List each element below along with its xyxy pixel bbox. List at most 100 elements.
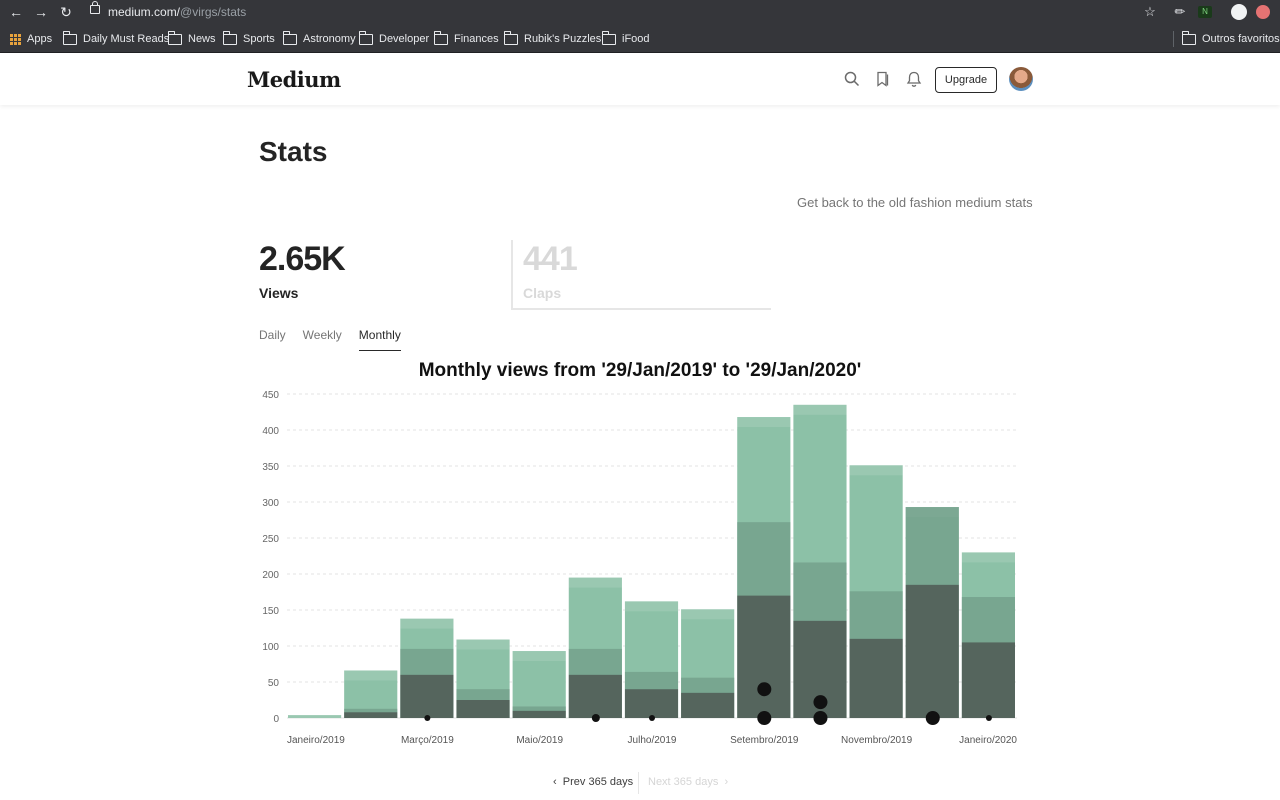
bar-highlight (344, 670, 398, 681)
claps-label: Claps (523, 285, 562, 301)
folder-icon (504, 30, 518, 45)
bookmark-star-icon[interactable]: ☆ (1142, 3, 1158, 21)
bar-dark-segment (400, 674, 454, 718)
bar-highlight (961, 552, 1015, 563)
tab-daily[interactable]: Daily (259, 328, 286, 351)
bar-segment (793, 562, 847, 621)
pager-divider (638, 772, 639, 794)
monthly-views-chart: 0 50 100 150 200 250 300 350 400 450 Janeiro/2019 M… (262, 390, 1017, 746)
bar-dark-segment (568, 674, 622, 718)
bookmark-finances[interactable]: Finances (434, 30, 499, 47)
bookmark-developer[interactable]: Developer (359, 30, 429, 47)
x-tick-label: Julho/2019 (628, 735, 677, 746)
data-marker (813, 695, 828, 710)
data-marker (757, 711, 772, 725)
bar-highlight (456, 639, 510, 650)
bar-segment (512, 706, 566, 711)
y-tick-label: 250 (262, 534, 279, 545)
extension-pen-icon[interactable]: ✏ (1172, 3, 1188, 21)
x-tick-label: Janeiro/2020 (959, 735, 1017, 746)
bar-dark-segment (344, 712, 398, 718)
data-marker (424, 715, 431, 721)
tab-monthly[interactable]: Monthly (358, 328, 401, 351)
views-label: Views (259, 285, 299, 301)
avatar[interactable] (1009, 67, 1033, 91)
bookmark-apps[interactable]: Apps (10, 31, 52, 47)
folder-icon (223, 30, 237, 45)
folder-icon (283, 30, 297, 45)
bar-highlight (288, 715, 342, 718)
views-value: 2.65K (259, 240, 346, 278)
bar-segment (961, 597, 1015, 643)
extension-icon[interactable]: N (1198, 6, 1212, 18)
chart-title: Monthly views from '29/Jan/2019' to '29/… (418, 360, 862, 381)
bar-segment (456, 689, 510, 700)
bookmarks-bar: Apps Daily Must Reads News Sports Astron… (0, 25, 1280, 53)
bar-highlight (681, 609, 735, 620)
upgrade-button[interactable]: Upgrade (935, 67, 997, 93)
back-icon[interactable]: ← (8, 4, 24, 20)
apps-grid-icon (10, 33, 21, 45)
bookmark-other-favorites[interactable]: Outros favoritos (1173, 30, 1280, 47)
data-marker (591, 714, 600, 722)
y-tick-label: 350 (262, 462, 279, 473)
bar-dark-segment (624, 689, 679, 718)
bookmark-news[interactable]: News (168, 30, 216, 47)
bar-dark-segment (961, 642, 1015, 718)
y-tick-label: 100 (262, 642, 279, 653)
bar-dark-segment (456, 700, 510, 718)
x-tick-label: Maio/2019 (516, 735, 563, 746)
bookmarks-icon[interactable] (874, 70, 892, 88)
bookmark-ifood[interactable]: iFood (602, 30, 650, 47)
browser-toolbar: ← → ↻ medium.com/@virgs/stats ☆ ✏ N (0, 0, 1280, 25)
search-icon[interactable] (843, 70, 861, 88)
chevron-left-icon: ‹ (553, 776, 557, 788)
bar-segment (400, 648, 454, 675)
claps-metric[interactable]: 441 Claps (511, 240, 771, 310)
y-tick-label: 200 (262, 570, 279, 581)
y-tick-label: 150 (262, 606, 279, 617)
address-bar[interactable]: medium.com/@virgs/stats (84, 1, 1164, 23)
bar-highlight (624, 601, 679, 612)
tab-weekly[interactable]: Weekly (303, 328, 342, 351)
y-tick-label: 400 (262, 426, 279, 437)
bookmark-astronomy[interactable]: Astronomy (283, 30, 356, 47)
y-tick-label: 50 (268, 678, 280, 689)
views-metric[interactable]: 2.65K Views (259, 240, 346, 301)
data-marker (757, 682, 772, 697)
chevron-right-icon: › (724, 776, 729, 788)
bar-highlight (793, 404, 847, 415)
notifications-bell-icon[interactable] (905, 70, 923, 88)
data-marker (649, 715, 655, 721)
medium-logo[interactable]: Medium (247, 67, 341, 92)
bar-highlight (737, 417, 791, 428)
site-header: Medium Upgrade (0, 53, 1280, 105)
reload-icon[interactable]: ↻ (58, 4, 74, 20)
data-marker (925, 711, 940, 725)
data-marker (813, 711, 828, 725)
folder-icon (1182, 30, 1196, 45)
prev-365-days-link[interactable]: ‹ Prev 365 days (553, 776, 633, 788)
folder-icon (63, 30, 77, 45)
extension-red-icon[interactable] (1256, 5, 1270, 19)
bar-dark-segment (512, 710, 566, 718)
y-tick-label: 300 (262, 498, 279, 509)
bookmark-sports[interactable]: Sports (223, 30, 275, 47)
x-tick-label: Março/2019 (401, 735, 454, 746)
x-tick-label: Janeiro/2019 (287, 735, 345, 746)
x-tick-label: Setembro/2019 (730, 735, 799, 746)
bookmark-daily-must-reads[interactable]: Daily Must Reads (63, 30, 169, 47)
y-tick-label: 0 (273, 714, 279, 725)
forward-icon[interactable]: → (33, 4, 49, 20)
bar-segment (849, 591, 903, 639)
profile-icon[interactable] (1231, 4, 1247, 20)
bar-highlight (849, 465, 903, 476)
old-stats-link[interactable]: Get back to the old fashion medium stats (797, 195, 1033, 210)
bar-segment (624, 671, 679, 690)
url-text: medium.com/@virgs/stats (108, 5, 247, 19)
bookmark-rubiks-puzzles[interactable]: Rubik's Puzzles (504, 30, 601, 47)
bar-segment (681, 677, 735, 693)
bar-segment (737, 522, 791, 596)
folder-icon (359, 30, 373, 45)
bar-highlight (400, 618, 454, 629)
